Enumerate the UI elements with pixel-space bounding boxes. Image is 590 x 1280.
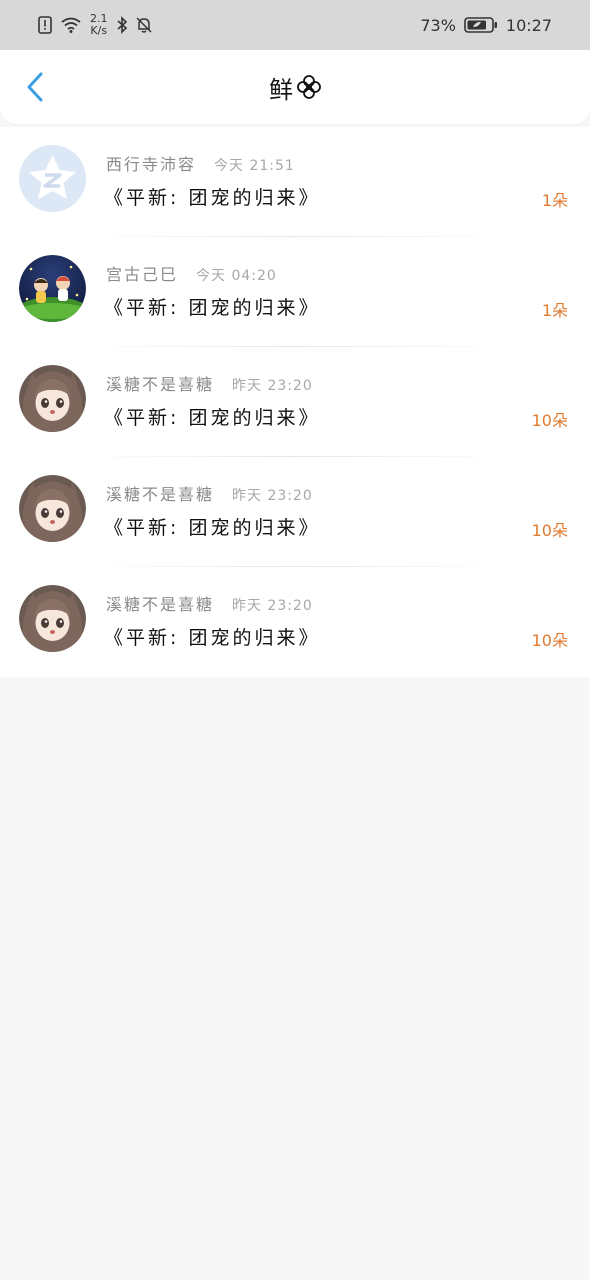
- list-item[interactable]: 溪糖不是喜糖 昨天 23:20 《平新: 团宠的归来》 10朵: [0, 347, 590, 457]
- page-title: 鲜: [269, 70, 321, 105]
- list-item[interactable]: 溪糖不是喜糖 昨天 23:20 《平新: 团宠的归来》 10朵: [0, 567, 590, 677]
- anime-girl-avatar[interactable]: [19, 475, 86, 542]
- battery-icon: [464, 16, 498, 34]
- flower-count: 10朵: [531, 631, 568, 650]
- item-meta: 宫古己巳 今天 04:20: [106, 261, 277, 285]
- item-meta: 溪糖不是喜糖 昨天 23:20: [106, 481, 313, 505]
- list-item[interactable]: 西行寺沛容 今天 21:51 《平新: 团宠的归来》 1朵: [0, 127, 590, 237]
- item-meta: 溪糖不是喜糖 昨天 23:20: [106, 591, 313, 615]
- user-name[interactable]: 宫古己巳: [106, 261, 178, 285]
- user-name[interactable]: 溪糖不是喜糖: [106, 591, 214, 615]
- flower-count: 10朵: [531, 521, 568, 540]
- work-title[interactable]: 《平新: 团宠的归来》: [104, 183, 320, 210]
- wifi-icon: [60, 16, 82, 34]
- item-meta: 溪糖不是喜糖 昨天 23:20: [106, 371, 313, 395]
- page-title-text: 鲜: [269, 75, 293, 104]
- anime-girl-avatar[interactable]: [19, 365, 86, 432]
- timestamp: 昨天 23:20: [232, 598, 313, 614]
- net-speed-unit: K/s: [90, 24, 108, 37]
- network-speed: 2.1 K/s: [90, 13, 108, 37]
- back-button[interactable]: [18, 70, 52, 104]
- list-item[interactable]: 溪糖不是喜糖 昨天 23:20 《平新: 团宠的归来》 10朵: [0, 457, 590, 567]
- battery-percent: 73%: [420, 15, 456, 35]
- mute-bell-icon: [135, 16, 152, 34]
- work-title[interactable]: 《平新: 团宠的归来》: [104, 623, 320, 650]
- nav-bar: 鲜: [0, 50, 590, 124]
- timestamp: 昨天 23:20: [232, 488, 313, 504]
- flower-icon: [297, 75, 321, 99]
- timestamp: 昨天 23:20: [232, 378, 313, 394]
- timestamp: 今天 21:51: [214, 158, 295, 174]
- user-name[interactable]: 西行寺沛容: [106, 151, 196, 175]
- user-name[interactable]: 溪糖不是喜糖: [106, 481, 214, 505]
- list-item[interactable]: 宫古己巳 今天 04:20 《平新: 团宠的归来》 1朵: [0, 237, 590, 347]
- clock: 10:27: [505, 15, 552, 35]
- flower-count: 1朵: [541, 191, 568, 210]
- anime-girl-avatar[interactable]: [19, 585, 86, 652]
- work-title[interactable]: 《平新: 团宠的归来》: [104, 403, 320, 430]
- work-title[interactable]: 《平新: 团宠的归来》: [104, 293, 320, 320]
- status-bar: 2.1 K/s 73% 10:27: [0, 0, 590, 50]
- flower-list: 西行寺沛容 今天 21:51 《平新: 团宠的归来》 1朵 宫古己巳 今天 04…: [0, 127, 590, 677]
- timestamp: 今天 04:20: [196, 268, 277, 284]
- item-meta: 西行寺沛容 今天 21:51: [106, 151, 295, 175]
- status-right: 73% 10:27: [420, 16, 552, 35]
- alert-icon: [38, 16, 52, 34]
- kids-avatar[interactable]: [19, 255, 86, 322]
- qzone-avatar[interactable]: [19, 145, 86, 212]
- status-left: 2.1 K/s: [38, 13, 152, 37]
- user-name[interactable]: 溪糖不是喜糖: [106, 371, 214, 395]
- bluetooth-icon: [116, 16, 128, 34]
- chevron-left-icon: [27, 72, 43, 102]
- flower-count: 1朵: [541, 301, 568, 320]
- work-title[interactable]: 《平新: 团宠的归来》: [104, 513, 320, 540]
- flower-count: 10朵: [531, 411, 568, 430]
